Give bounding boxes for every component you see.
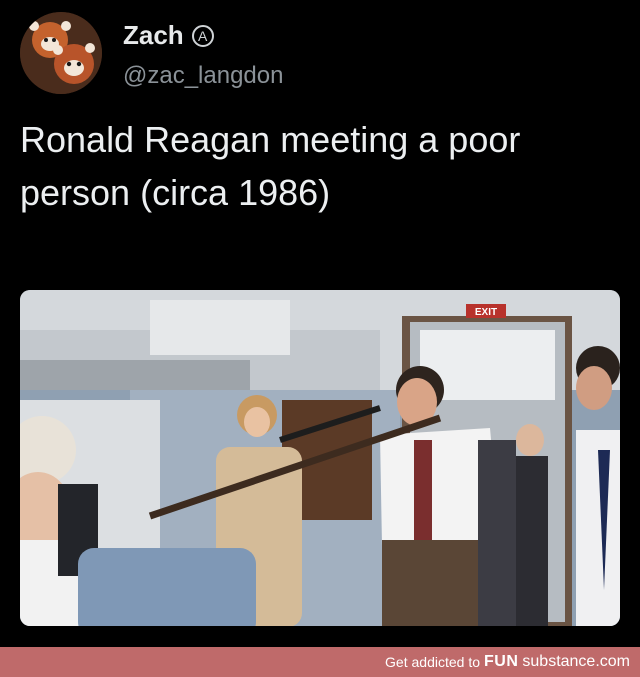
tweet-photo[interactable]: EXIT — [20, 290, 620, 626]
tweet-text: Ronald Reagan meeting a poor person (cir… — [20, 119, 521, 213]
site-footer: Get addicted to FUN substance.com — [0, 647, 640, 677]
red-panda-avatar-icon — [20, 12, 102, 94]
tweet-header: Zach A @zac_langdon — [20, 12, 620, 102]
footer-tagline: Get addicted to — [385, 654, 480, 670]
author-name[interactable]: Zach — [123, 20, 184, 51]
avatar[interactable] — [20, 12, 102, 94]
photo-illustration: EXIT — [20, 290, 620, 626]
footer-brand-bold[interactable]: FUN — [484, 653, 518, 671]
verified-badge-icon: A — [191, 24, 214, 47]
author-handle[interactable]: @zac_langdon — [123, 62, 283, 90]
footer-brand-regular[interactable]: substance.com — [522, 653, 630, 671]
exit-sign: EXIT — [475, 307, 497, 318]
